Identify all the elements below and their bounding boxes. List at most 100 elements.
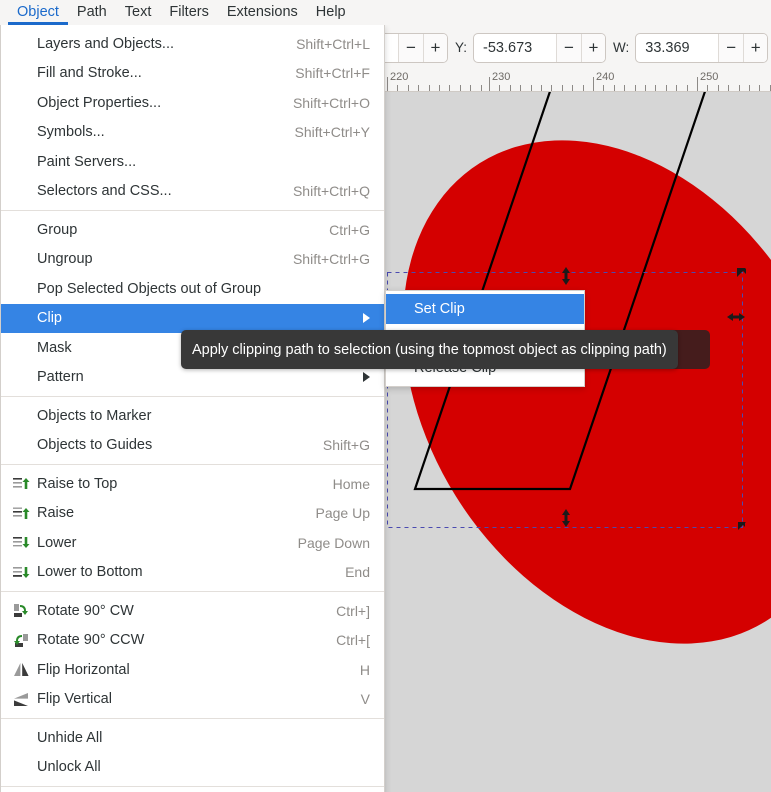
menu-item-rotate-90-ccw[interactable]: Rotate 90° CCW Ctrl+[: [1, 626, 384, 656]
menu-item-selectors-and-css[interactable]: Selectors and CSS... Shift+Ctrl+Q: [1, 177, 384, 207]
menu-item-shortcut: Page Up: [315, 505, 370, 522]
y-value[interactable]: -53.673: [474, 34, 556, 62]
ruler-minor-tick: [728, 85, 730, 91]
ruler-minor-tick: [397, 85, 399, 91]
menu-item-unhide-all[interactable]: Unhide All: [1, 723, 384, 753]
menu-item-unlock-all[interactable]: Unlock All: [1, 753, 384, 783]
x-value[interactable]: 4: [385, 34, 398, 62]
ruler-minor-tick: [499, 85, 501, 91]
menubar-item-extensions[interactable]: Extensions: [218, 0, 307, 25]
x-coordinate-spinner[interactable]: 4 − +: [385, 32, 448, 63]
menubar-item-help[interactable]: Help: [307, 0, 355, 25]
ruler-major-tick: [489, 77, 490, 91]
menu-item-icon-placeholder: [11, 124, 31, 140]
menu-separator: [1, 786, 384, 787]
menu-item-label: Raise to Top: [37, 475, 118, 492]
y-field-label: Y:: [455, 40, 468, 55]
ruler-minor-tick: [572, 85, 574, 91]
ruler-minor-tick: [665, 85, 667, 91]
x-decrement-button[interactable]: −: [399, 33, 423, 62]
menu-item-icon-placeholder: [11, 222, 31, 238]
menu-item-label: Unhide All: [37, 729, 103, 746]
ruler-minor-tick: [759, 85, 761, 91]
ruler-label: 250: [700, 71, 719, 83]
menu-item-flip-vertical[interactable]: Flip Vertical V: [1, 685, 384, 715]
y-decrement-button[interactable]: −: [557, 33, 582, 62]
menu-item-label: Flip Vertical: [37, 691, 112, 708]
menu-item-icon-placeholder: [11, 154, 31, 170]
menubar-item-object[interactable]: Object: [8, 0, 68, 25]
w-value[interactable]: 33.369: [636, 34, 718, 62]
horizontal-ruler: 220 230 240 250: [385, 70, 771, 92]
drawing-canvas[interactable]: [385, 92, 771, 792]
y-increment-button[interactable]: +: [581, 33, 606, 62]
ruler-minor-tick: [676, 85, 678, 91]
ruler-minor-tick: [634, 85, 636, 91]
menu-item-group[interactable]: Group Ctrl+G: [1, 215, 384, 245]
ruler-major-tick: [387, 77, 388, 91]
menubar-item-text[interactable]: Text: [116, 0, 161, 25]
menu-item-shortcut: H: [359, 661, 370, 678]
menu-item-label: Rotate 90° CW: [37, 602, 134, 619]
menu-item-label: Ungroup: [37, 251, 93, 268]
ruler-major-tick: [593, 77, 594, 91]
width-spinner[interactable]: 33.369 − +: [635, 32, 769, 63]
menu-item-shortcut: Ctrl+[: [336, 632, 370, 649]
menu-item-shortcut: End: [345, 564, 370, 581]
ruler-minor-tick: [428, 85, 430, 91]
ruler-minor-tick: [582, 85, 584, 91]
ruler-minor-tick: [624, 85, 626, 91]
menu-item-shortcut: Shift+Ctrl+L: [296, 35, 370, 52]
menu-item-shortcut: Shift+Ctrl+G: [292, 251, 370, 268]
w-increment-button[interactable]: +: [743, 33, 768, 62]
menu-item-label: Layers and Objects...: [37, 35, 175, 52]
object-menu-popup[interactable]: Layers and Objects... Shift+Ctrl+L Fill an…: [0, 25, 385, 792]
w-decrement-button[interactable]: −: [719, 33, 744, 62]
menu-item-objects-to-marker[interactable]: Objects to Marker: [1, 401, 384, 431]
ruler-minor-tick: [686, 85, 688, 91]
menu-item-ungroup[interactable]: Ungroup Shift+Ctrl+G: [1, 245, 384, 275]
lower-icon: [11, 535, 31, 551]
x-increment-button[interactable]: +: [423, 33, 447, 62]
menu-item-shortcut: Shift+Ctrl+Y: [294, 124, 370, 141]
menu-item-label: Lower: [37, 534, 77, 551]
menu-item-icon-placeholder: [11, 408, 31, 424]
menu-item-lower-to-bottom[interactable]: Lower to Bottom End: [1, 558, 384, 588]
ruler-minor-tick: [418, 85, 420, 91]
menu-item-object-properties[interactable]: Object Properties... Shift+Ctrl+O: [1, 88, 384, 118]
y-coordinate-spinner[interactable]: -53.673 − +: [473, 32, 607, 63]
menu-item-symbols[interactable]: Symbols... Shift+Ctrl+Y: [1, 118, 384, 148]
menu-item-paint-servers[interactable]: Paint Servers...: [1, 147, 384, 177]
menu-item-raise-to-top[interactable]: Raise to Top Home: [1, 469, 384, 499]
menu-item-objects-to-guides[interactable]: Objects to Guides Shift+G: [1, 431, 384, 461]
menu-item-label: Fill and Stroke...: [37, 65, 142, 82]
ruler-minor-tick: [407, 85, 409, 91]
menu-item-shortcut: Shift+Ctrl+O: [292, 94, 370, 111]
ruler-minor-tick: [449, 85, 451, 91]
menu-item-lower[interactable]: Lower Page Down: [1, 528, 384, 558]
submenu-arrow-icon: [363, 372, 370, 383]
menu-item-label: Clip: [37, 310, 62, 327]
menu-item-icon-placeholder: [11, 183, 31, 199]
menu-item-flip-horizontal[interactable]: Flip Horizontal H: [1, 655, 384, 685]
menu-item-fill-and-stroke[interactable]: Fill and Stroke... Shift+Ctrl+F: [1, 59, 384, 89]
ruler-minor-tick: [655, 85, 657, 91]
menu-separator: [1, 718, 384, 719]
menubar-item-filters[interactable]: Filters: [160, 0, 217, 25]
menu-item-layers-and-objects[interactable]: Layers and Objects... Shift+Ctrl+L: [1, 29, 384, 59]
ruler-minor-tick: [645, 85, 646, 91]
ruler-minor-tick: [603, 85, 605, 91]
menu-item-raise[interactable]: Raise Page Up: [1, 499, 384, 529]
menu-item-pop-selected-objects-out-of-group[interactable]: Pop Selected Objects out of Group: [1, 274, 384, 304]
menu-item-clip[interactable]: Clip: [1, 303, 384, 333]
ruler-label: 240: [596, 71, 615, 83]
menu-item-shortcut: Shift+Ctrl+Q: [292, 183, 370, 200]
menu-item-rotate-90-cw[interactable]: Rotate 90° CW Ctrl+]: [1, 596, 384, 626]
menu-item-label: Flip Horizontal: [37, 661, 130, 678]
submenu-item-set-clip[interactable]: Set Clip: [386, 294, 584, 324]
menu-item-label: Objects to Marker: [37, 407, 152, 424]
menu-separator: [1, 591, 384, 592]
menubar-item-path[interactable]: Path: [68, 0, 116, 25]
ruler-minor-tick: [470, 85, 472, 91]
inkscape-window: 220 230 240 250 4 − + Y: -53.673 − + W: 33.…: [0, 0, 771, 792]
